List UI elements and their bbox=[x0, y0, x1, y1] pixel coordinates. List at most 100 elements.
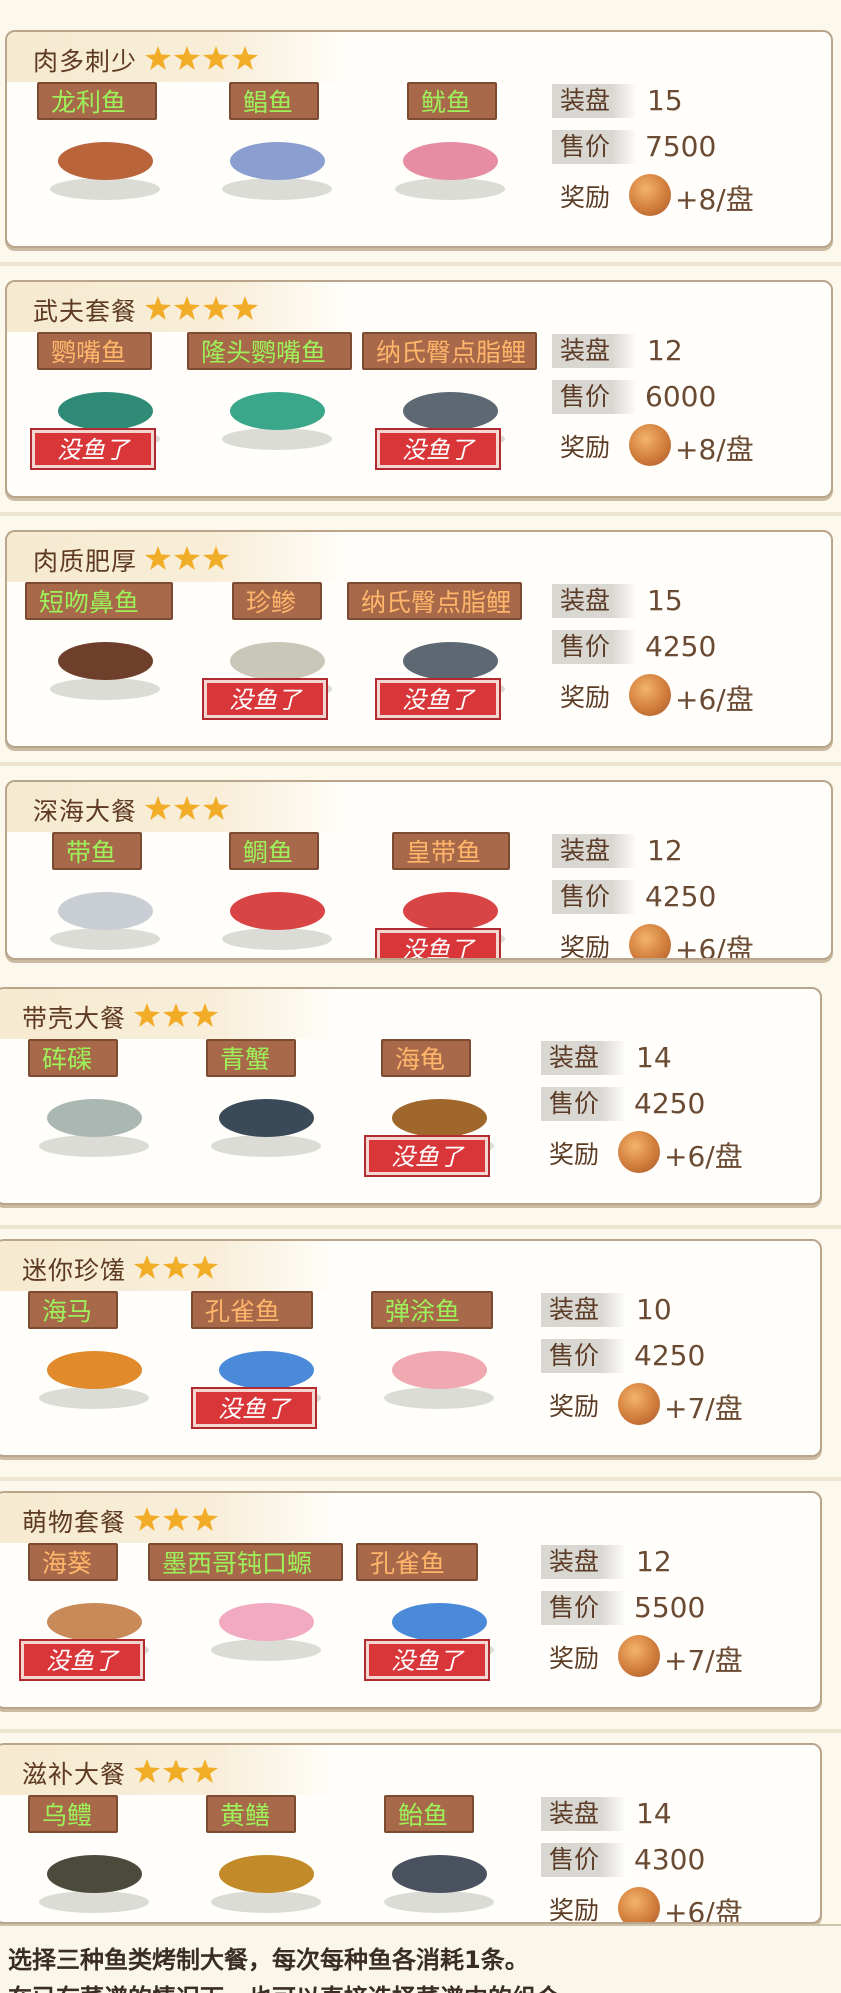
reward-value: +7/盘 bbox=[664, 1392, 743, 1425]
fish-name-label[interactable]: 海马 bbox=[28, 1291, 118, 1329]
price-value: 4250 bbox=[634, 1087, 706, 1120]
plate-label: 装盘 bbox=[541, 1041, 626, 1075]
plate-shadow bbox=[222, 428, 332, 450]
plate-shadow bbox=[384, 1891, 494, 1913]
fish-slot[interactable] bbox=[201, 1845, 331, 1915]
reward-value: +6/盘 bbox=[675, 933, 754, 960]
reward-label: 奖励 bbox=[560, 183, 611, 212]
recipe-card[interactable]: 带壳大餐 砗磲 青蟹 海龟 没鱼了 装盘 14 售价 4250 奖励 +6/盘 bbox=[0, 987, 822, 1205]
star-icon bbox=[232, 46, 258, 70]
rating-stars bbox=[134, 1003, 218, 1027]
plate-shadow bbox=[50, 178, 160, 200]
fish-name-label[interactable]: 青蟹 bbox=[206, 1039, 296, 1077]
mudskipper-icon bbox=[392, 1351, 487, 1389]
section-divider bbox=[0, 1729, 841, 1733]
plate-shadow bbox=[222, 928, 332, 950]
fish-slot[interactable] bbox=[201, 1593, 331, 1663]
coin-icon bbox=[629, 174, 671, 216]
recipe-title: 肉质肥厚 bbox=[33, 547, 138, 576]
plate-value: 15 bbox=[647, 84, 683, 117]
fish-name-label[interactable]: 纳氏臀点脂鲤 bbox=[347, 582, 522, 620]
fish-name-label[interactable]: 鹦嘴鱼 bbox=[37, 332, 152, 370]
fish-slot[interactable] bbox=[374, 1341, 504, 1411]
price-value: 4250 bbox=[645, 880, 717, 913]
recipe-card[interactable]: 武夫套餐 鹦嘴鱼 没鱼了 隆头鹦嘴鱼 纳氏臀点脂鲤 没鱼了 装盘 12 售价 6000 奖励 +8/盘 bbox=[5, 280, 833, 498]
fish-slot[interactable] bbox=[201, 1089, 331, 1159]
recipe-card[interactable]: 迷你珍馐 海马 孔雀鱼 没鱼了 弹涂鱼 装盘 10 售价 4250 奖励 +7/盘 bbox=[0, 1239, 822, 1457]
fish-name-label[interactable]: 纳氏臀点脂鲤 bbox=[362, 332, 537, 370]
fish-slot[interactable] bbox=[40, 882, 170, 952]
out-of-fish-badge: 没鱼了 bbox=[191, 1387, 317, 1429]
fish-name-label[interactable]: 海葵 bbox=[28, 1543, 118, 1581]
price-label: 售价 bbox=[541, 1087, 626, 1121]
fish-slot[interactable] bbox=[29, 1845, 159, 1915]
recipe-card[interactable]: 滋补大餐 乌鳢 黄鳝 鲐鱼 装盘 14 售价 4300 奖励 +6/盘 bbox=[0, 1743, 822, 1924]
fish-name-label[interactable]: 鲳鱼 bbox=[229, 82, 319, 120]
recipe-title: 迷你珍馐 bbox=[22, 1256, 127, 1285]
sea-anemone-icon bbox=[47, 1603, 142, 1641]
fish-slot[interactable] bbox=[40, 132, 170, 202]
reward-value: +6/盘 bbox=[675, 683, 754, 716]
fish-name-label[interactable]: 皇带鱼 bbox=[392, 832, 510, 870]
rating-stars bbox=[134, 1255, 218, 1279]
out-of-fish-badge: 没鱼了 bbox=[364, 1639, 490, 1681]
fish-name-label[interactable]: 孔雀鱼 bbox=[356, 1543, 478, 1581]
section-divider bbox=[0, 1477, 841, 1481]
fish-name-label[interactable]: 弹涂鱼 bbox=[371, 1291, 493, 1329]
fish-slot[interactable] bbox=[212, 382, 342, 452]
recipe-card[interactable]: 深海大餐 带鱼 鲷鱼 皇带鱼 没鱼了 装盘 12 售价 4250 奖励 +6/盘 bbox=[5, 780, 833, 960]
star-icon bbox=[174, 296, 200, 320]
fish-slot[interactable] bbox=[212, 882, 342, 952]
fish-name-label[interactable]: 鱿鱼 bbox=[407, 82, 497, 120]
fish-slot[interactable] bbox=[29, 1341, 159, 1411]
star-icon bbox=[203, 546, 229, 570]
fish-name-label[interactable]: 黄鳝 bbox=[206, 1795, 296, 1833]
humphead-parrotfish-icon bbox=[230, 392, 325, 430]
star-icon bbox=[145, 546, 171, 570]
fish-name-label[interactable]: 乌鳢 bbox=[28, 1795, 118, 1833]
mud-crab-icon bbox=[219, 1099, 314, 1137]
price-label: 售价 bbox=[541, 1843, 626, 1877]
out-of-fish-badge: 没鱼了 bbox=[19, 1639, 145, 1681]
plate-label: 装盘 bbox=[552, 584, 637, 618]
fish-name-label[interactable]: 珍鲹 bbox=[232, 582, 322, 620]
recipe-card[interactable]: 肉质肥厚 短吻鼻鱼 珍鲹 没鱼了 纳氏臀点脂鲤 没鱼了 装盘 15 售价 4250 奖励 +6/盘 bbox=[5, 530, 833, 748]
fish-name-label[interactable]: 鲐鱼 bbox=[384, 1795, 474, 1833]
plate-shadow bbox=[211, 1639, 321, 1661]
fish-name-label[interactable]: 隆头鹦嘴鱼 bbox=[187, 332, 352, 370]
rating-stars bbox=[145, 546, 229, 570]
recipe-card[interactable]: 萌物套餐 海葵 没鱼了 墨西哥钝口螈 孔雀鱼 没鱼了 装盘 12 售价 5500 奖励 +7/盘 bbox=[0, 1491, 822, 1709]
out-of-fish-badge: 没鱼了 bbox=[202, 678, 328, 720]
section-divider bbox=[0, 512, 841, 516]
fish-name-label[interactable]: 砗磲 bbox=[28, 1039, 118, 1077]
star-icon bbox=[163, 1507, 189, 1531]
star-icon bbox=[203, 296, 229, 320]
price-value: 7500 bbox=[645, 130, 717, 163]
fish-slot[interactable] bbox=[385, 132, 515, 202]
price-value: 4250 bbox=[634, 1339, 706, 1372]
plate-label: 装盘 bbox=[541, 1293, 626, 1327]
plate-value: 12 bbox=[647, 834, 683, 867]
axolotl-icon bbox=[219, 1603, 314, 1641]
plate-shadow bbox=[211, 1891, 321, 1913]
rating-stars bbox=[134, 1507, 218, 1531]
fish-name-label[interactable]: 带鱼 bbox=[52, 832, 142, 870]
fish-name-label[interactable]: 孔雀鱼 bbox=[191, 1291, 313, 1329]
fish-name-label[interactable]: 海龟 bbox=[381, 1039, 471, 1077]
plate-shadow bbox=[39, 1135, 149, 1157]
fish-name-label[interactable]: 墨西哥钝口螈 bbox=[148, 1543, 343, 1581]
fish-slot[interactable] bbox=[40, 632, 170, 702]
out-of-fish-badge: 没鱼了 bbox=[375, 678, 501, 720]
mackerel-icon bbox=[392, 1855, 487, 1893]
star-icon bbox=[163, 1759, 189, 1783]
fish-name-label[interactable]: 鲷鱼 bbox=[229, 832, 319, 870]
fish-name-label[interactable]: 龙利鱼 bbox=[37, 82, 157, 120]
snakehead-icon bbox=[47, 1855, 142, 1893]
recipe-card[interactable]: 肉多刺少 龙利鱼 鲳鱼 鱿鱼 装盘 15 售价 7500 奖励 +8/盘 bbox=[5, 30, 833, 248]
fish-name-label[interactable]: 短吻鼻鱼 bbox=[25, 582, 173, 620]
plate-shadow bbox=[39, 1387, 149, 1409]
fish-slot[interactable] bbox=[212, 132, 342, 202]
fish-slot[interactable] bbox=[374, 1845, 504, 1915]
reward-value: +8/盘 bbox=[675, 433, 754, 466]
fish-slot[interactable] bbox=[29, 1089, 159, 1159]
